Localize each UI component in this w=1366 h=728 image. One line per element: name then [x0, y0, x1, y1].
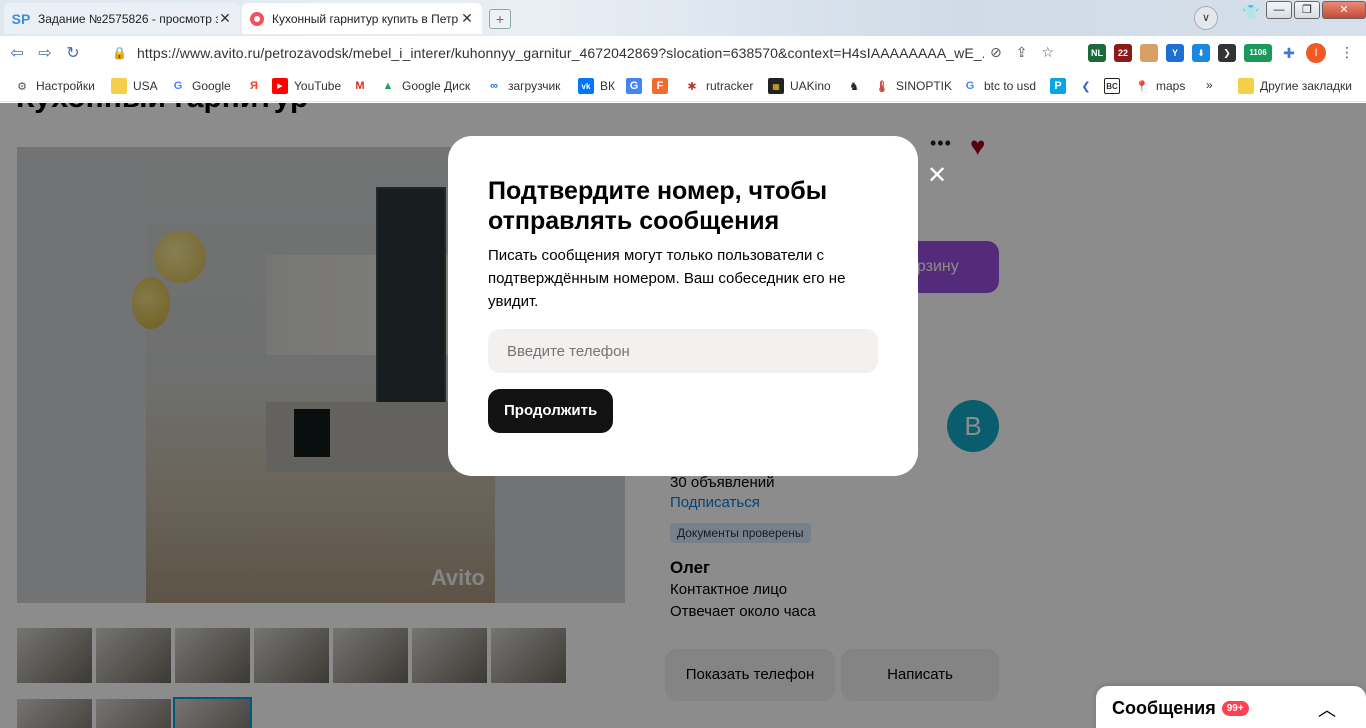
folder-icon: [1238, 78, 1254, 94]
url-text: https://www.avito.ru/petrozavodsk/mebel_…: [136, 45, 984, 61]
bookmark-rutracker[interactable]: ✱ rutracker: [684, 78, 753, 94]
tab-title: Кухонный гарнитур купить в Петр: [272, 11, 459, 26]
sp-favicon-icon: SP: [11, 10, 31, 27]
bookmark-yandex[interactable]: Я: [246, 78, 268, 94]
drive-icon: ▲: [382, 80, 394, 92]
nl-extension-icon[interactable]: NL: [1088, 44, 1106, 62]
close-tab-icon[interactable]: ✕: [460, 10, 474, 27]
avito-page: Кухонный гарнитур Avito ••• ♥ орзину В 3…: [0, 103, 1366, 728]
new-tab-button[interactable]: +: [489, 9, 511, 29]
browser-tab-task[interactable]: SP Задание №2575826 - просмотр з ✕: [4, 3, 240, 34]
minimize-button[interactable]: —: [1266, 1, 1292, 19]
bookmark-figure[interactable]: ♞: [846, 78, 868, 94]
phone-confirm-modal: ✕ Подтвердите номер, чтобы отправлять со…: [448, 136, 947, 476]
star-icon: ✱: [687, 80, 697, 93]
download-extension-icon[interactable]: ⬇: [1192, 44, 1210, 62]
bookmarks-more[interactable]: »: [1206, 78, 1213, 92]
youtube-icon: ▶: [272, 78, 288, 94]
browser-menu-icon[interactable]: ⋮: [1340, 44, 1354, 61]
bookmark-youtube[interactable]: ▶ YouTube: [272, 78, 341, 94]
close-icon[interactable]: ✕: [925, 164, 949, 188]
lock-icon: 🔒: [112, 46, 127, 60]
p-icon: P: [1050, 78, 1066, 94]
modal-description: Писать сообщения могут только пользовате…: [488, 247, 846, 310]
bookmark-settings[interactable]: ⚙ Настройки: [14, 78, 95, 94]
bookmark-drive[interactable]: ▲ Google Диск: [380, 78, 471, 94]
bookmark-google[interactable]: G Google: [170, 78, 231, 94]
messages-bar[interactable]: Сообщения 99+ ︿: [1096, 686, 1366, 728]
bookmark-translate[interactable]: G: [626, 78, 648, 94]
google-icon: G: [173, 80, 183, 92]
bookmark-vk[interactable]: vk ВК: [578, 78, 615, 94]
browser-tab-bar: SP Задание №2575826 - просмотр з ✕ Кухон…: [0, 0, 1366, 36]
puzzle-extension-icon[interactable]: ✚: [1280, 44, 1298, 62]
face-extension-icon[interactable]: [1140, 44, 1158, 62]
continue-button[interactable]: Продолжить: [488, 389, 614, 433]
film-icon: ▦: [768, 78, 784, 94]
extension-icons: NL 22 Y ⬇ ❯ 1106 ✚ I: [1088, 43, 1326, 63]
bookmark-arrow[interactable]: ❮: [1078, 78, 1100, 94]
bookmark-uakino[interactable]: ▦ UAKino: [768, 78, 831, 94]
tab-search-button[interactable]: ∨: [1194, 6, 1218, 30]
share-icon[interactable]: ⇪: [1016, 44, 1028, 61]
bookmarks-bar: ⚙ Настройки USA G Google Я ▶ YouTube M ▲ Goo…: [0, 70, 1366, 102]
window-close-button[interactable]: ✕: [1322, 1, 1366, 19]
arrow-extension-icon[interactable]: ❯: [1218, 44, 1236, 62]
gmail-icon: M: [355, 80, 365, 92]
messages-count-badge: 99+: [1221, 701, 1249, 716]
bookmark-bc[interactable]: BC: [1104, 78, 1126, 94]
bookmark-loader[interactable]: ∞ загрузчик: [486, 78, 560, 94]
counter-extension-icon[interactable]: 1106: [1244, 44, 1272, 62]
address-bar[interactable]: 🔒 https://www.avito.ru/petrozavodsk/mebe…: [104, 40, 984, 66]
bookmark-star-icon[interactable]: ☆: [1041, 44, 1054, 61]
messages-label: Сообщения: [1112, 698, 1216, 718]
badge-extension-icon[interactable]: 22: [1114, 44, 1132, 62]
cookie-icon[interactable]: ⊘: [990, 44, 1002, 61]
window-controls: — ❐ ✕: [1264, 0, 1366, 20]
tab-title: Задание №2575826 - просмотр з: [38, 11, 218, 26]
bookmark-usa[interactable]: USA: [111, 78, 158, 94]
bookmark-sinoptik[interactable]: 🌡 SINOPTIK: [874, 78, 952, 94]
profile-avatar[interactable]: I: [1306, 43, 1326, 63]
figure-icon: ♞: [849, 80, 859, 93]
gear-icon: ⚙: [17, 80, 27, 93]
avito-favicon-icon: [250, 11, 264, 26]
forward-arrow-icon[interactable]: ⇨: [34, 43, 56, 63]
modal-title: Подтвердите номер, чтобы отправлять сооб…: [488, 177, 828, 235]
google-icon: G: [965, 80, 975, 92]
yandex-icon: Я: [250, 80, 258, 92]
bookmark-gmail[interactable]: M: [352, 78, 374, 94]
bookmark-p[interactable]: P: [1050, 78, 1072, 94]
chevron-up-icon[interactable]: ︿: [1318, 696, 1336, 722]
vk-icon: vk: [578, 78, 594, 94]
phone-input[interactable]: [488, 329, 878, 373]
arrow-icon: ❮: [1081, 80, 1091, 93]
v-extension-icon[interactable]: Y: [1166, 44, 1184, 62]
maps-icon: 📍: [1135, 80, 1149, 93]
loop-icon: ∞: [490, 80, 498, 92]
thermometer-icon: 🌡: [875, 80, 889, 93]
translate-icon: G: [626, 78, 642, 94]
reload-icon[interactable]: ↻: [62, 43, 84, 63]
maximize-button[interactable]: ❐: [1294, 1, 1320, 19]
close-tab-icon[interactable]: ✕: [218, 10, 232, 27]
bc-icon: BC: [1104, 78, 1120, 94]
back-arrow-icon[interactable]: ⇦: [6, 43, 28, 63]
theme-icon[interactable]: 👕: [1242, 4, 1259, 21]
f-icon: F: [652, 78, 668, 94]
omnibox-actions: ⊘ ⇪ ☆: [990, 44, 1054, 61]
bookmark-maps[interactable]: 📍 maps: [1134, 78, 1185, 94]
browser-tab-avito[interactable]: Кухонный гарнитур купить в Петр ✕: [242, 3, 482, 34]
bookmark-f[interactable]: F: [652, 78, 674, 94]
bookmark-btc[interactable]: Gbtc to usd: [962, 78, 1036, 94]
bookmark-other[interactable]: Другие закладки: [1238, 78, 1352, 94]
folder-icon: [111, 78, 127, 94]
